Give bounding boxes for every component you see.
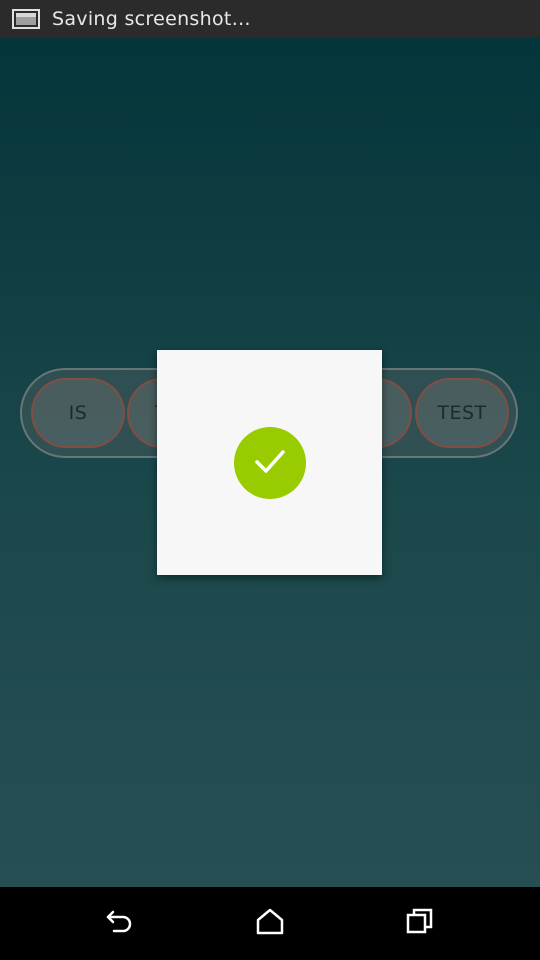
status-text: Saving screenshot… (52, 8, 251, 30)
home-icon (255, 907, 285, 939)
recents-icon (405, 907, 435, 939)
back-button[interactable] (100, 903, 140, 943)
success-badge (234, 427, 306, 499)
status-bar: Saving screenshot… (0, 0, 540, 38)
success-dialog (157, 350, 382, 575)
word-pill-test[interactable]: TEST (415, 378, 509, 448)
recents-button[interactable] (400, 903, 440, 943)
word-pill-is[interactable]: IS (31, 378, 125, 448)
screenshot-icon (12, 9, 40, 29)
back-icon (105, 908, 135, 938)
word-label: TEST (437, 402, 487, 424)
home-button[interactable] (250, 903, 290, 943)
word-label: IS (68, 402, 88, 424)
navigation-bar (0, 887, 540, 960)
checkmark-icon (250, 441, 290, 485)
